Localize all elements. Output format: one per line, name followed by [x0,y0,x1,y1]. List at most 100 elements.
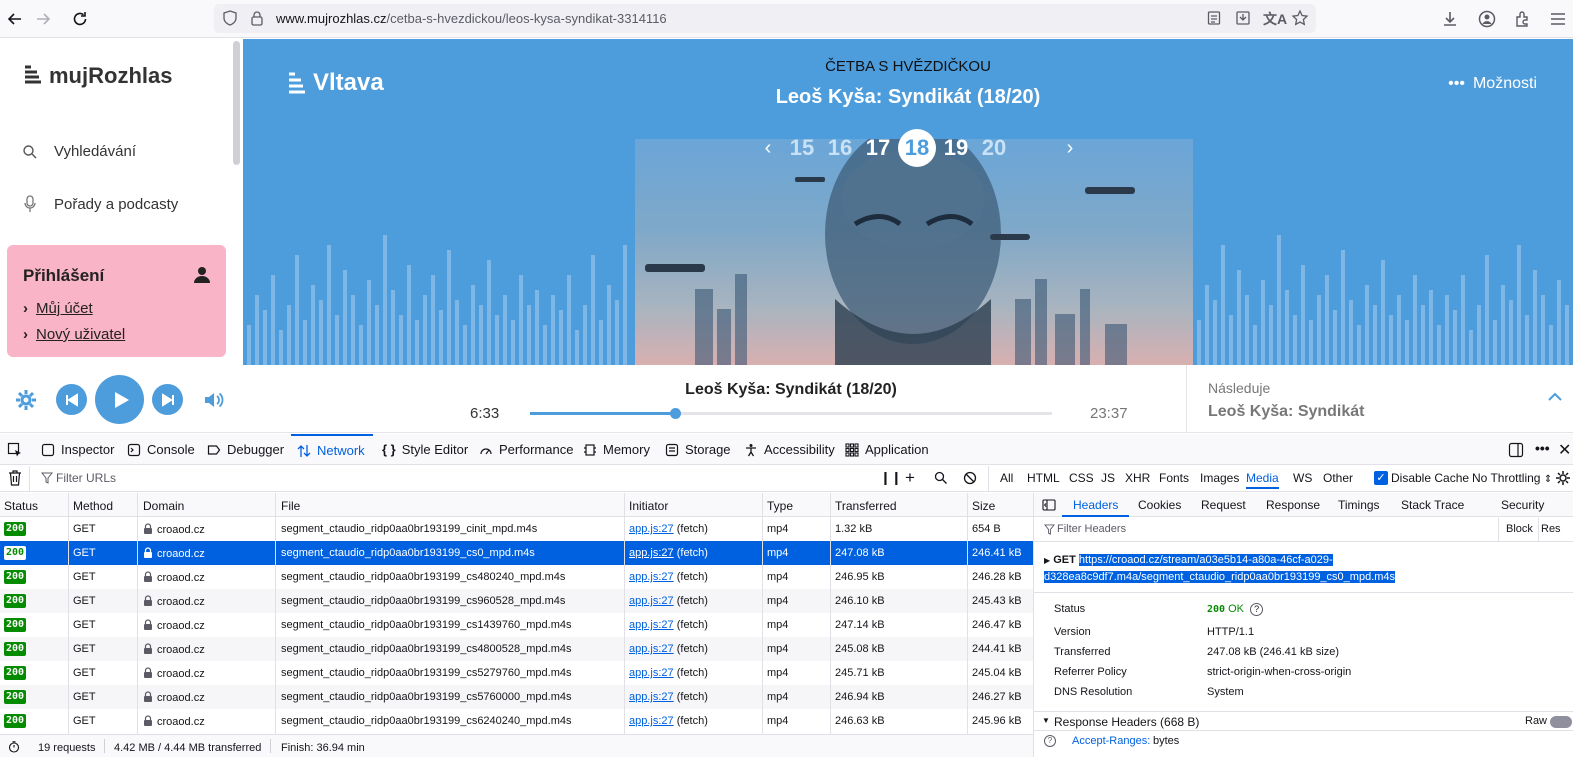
filter-type-js[interactable]: JS [1101,471,1115,485]
tab-console[interactable]: Console [127,434,195,465]
column-type[interactable]: Type [767,499,793,513]
dock-side-icon[interactable] [1508,442,1524,458]
extensions-icon[interactable] [1513,9,1533,29]
collapse-triangle-icon[interactable]: ▼ [1042,716,1050,725]
filter-type-images[interactable]: Images [1200,471,1239,485]
episode-number-16[interactable]: 16 [821,135,859,161]
initiator-link[interactable]: app.js:27 [629,523,674,535]
initiator-link[interactable]: app.js:27 [629,547,674,559]
filter-type-css[interactable]: CSS [1069,471,1094,485]
sidebar-scrollbar[interactable] [233,41,240,165]
search-icon[interactable] [934,471,948,485]
table-row[interactable]: 200 GET croaod.cz segment_ctaudio_ridp0aa0b… [0,661,1033,685]
tab-response[interactable]: Response [1266,498,1320,512]
plus-icon[interactable]: + [905,468,915,488]
episode-number-15[interactable]: 15 [783,135,821,161]
column-status[interactable]: Status [4,499,38,513]
settings-gear-icon[interactable] [15,389,37,411]
progress-handle[interactable] [669,408,681,419]
request-url-line[interactable]: ▶ GET https://croaod.cz/stream/a03e5b14-… [1044,552,1564,585]
tab-stack-trace[interactable]: Stack Trace [1401,498,1464,512]
column-file[interactable]: File [281,499,300,513]
tab-accessibility[interactable]: Accessibility [744,434,835,465]
network-settings-gear-icon[interactable] [1555,470,1571,486]
initiator-link[interactable]: app.js:27 [629,715,674,727]
nav-item-search[interactable]: Vyhledávání [22,143,136,160]
episode-number-19[interactable]: 19 [937,135,975,161]
tab-performance[interactable]: Performance [479,434,573,465]
lock-icon[interactable] [249,10,265,26]
tab-storage[interactable]: Storage [665,434,731,465]
block-button[interactable]: Block [1506,523,1533,535]
initiator-link[interactable]: app.js:27 [629,595,674,607]
element-picker-icon[interactable] [7,442,23,458]
filter-type-media[interactable]: Media [1246,471,1279,489]
back-icon[interactable] [5,9,25,29]
close-devtools-icon[interactable]: ✕ [1558,440,1571,460]
chevron-right-icon[interactable]: › [1055,137,1085,160]
translate-icon[interactable]: 文A [1263,9,1287,29]
series-name[interactable]: ČETBA S HVĚZDIČKOU [243,58,1573,75]
initiator-link[interactable]: app.js:27 [629,691,674,703]
filter-type-all[interactable]: All [1000,471,1013,485]
initiator-link[interactable]: app.js:27 [629,643,674,655]
initiator-link[interactable]: app.js:27 [629,667,674,679]
chevron-left-icon[interactable]: ‹ [753,137,783,160]
nav-item-shows[interactable]: Pořady a podcasty [22,195,178,213]
previous-button[interactable] [56,384,87,415]
help-icon[interactable]: ? [1250,603,1264,616]
response-headers-section[interactable]: ▼ Response Headers (668 B) Raw [1034,711,1573,731]
filter-type-other[interactable]: Other [1323,471,1353,485]
bookmark-star-icon[interactable] [1291,9,1309,27]
forward-icon[interactable] [33,9,53,29]
expand-triangle-icon[interactable]: ▶ [1044,556,1050,565]
reader-view-icon[interactable] [1206,10,1222,26]
next-button[interactable] [152,384,183,415]
episode-number-17[interactable]: 17 [859,135,897,161]
tab-debugger[interactable]: Debugger [207,434,284,465]
resend-button[interactable]: Res [1541,523,1561,535]
play-button[interactable] [95,375,144,424]
filter-type-xhr[interactable]: XHR [1125,471,1150,485]
tab-network[interactable]: Network [291,434,373,465]
filter-type-ws[interactable]: WS [1293,471,1312,485]
disable-cache-checkbox[interactable]: ✓ [1374,471,1388,485]
tab-inspector[interactable]: Inspector [41,434,114,465]
tab-cookies[interactable]: Cookies [1138,498,1181,512]
account-icon[interactable] [1477,9,1497,29]
reload-icon[interactable] [70,9,90,29]
toggle-sidebar-icon[interactable] [1042,498,1056,512]
shield-icon[interactable] [222,10,238,26]
my-account-link[interactable]: › Můj účet [23,300,93,317]
table-row[interactable]: 200 GET croaod.cz segment_ctaudio_ridp0aa0b… [0,685,1033,709]
save-page-icon[interactable] [1235,10,1251,26]
tab-timings[interactable]: Timings [1338,498,1380,512]
column-method[interactable]: Method [73,499,113,513]
column-domain[interactable]: Domain [143,499,184,513]
table-row[interactable]: 200 GET croaod.cz segment_ctaudio_ridp0aa0b… [0,613,1033,637]
initiator-link[interactable]: app.js:27 [629,619,674,631]
table-row[interactable]: 200 GET croaod.cz segment_ctaudio_ridp0aa0b… [0,589,1033,613]
table-row[interactable]: 200 GET croaod.cz segment_ctaudio_ridp0aa0b… [0,565,1033,589]
table-row[interactable]: 200 GET croaod.cz segment_ctaudio_ridp0aa0b… [0,637,1033,661]
trash-icon[interactable] [8,470,22,486]
downloads-icon[interactable] [1440,9,1460,29]
pause-icon[interactable]: ❙❙ [880,470,902,486]
tab-style-editor[interactable]: { } Style Editor [382,434,468,465]
table-row[interactable]: 200 GET croaod.cz segment_ctaudio_ridp0aa0b… [0,709,1033,733]
column-initiator[interactable]: Initiator [629,499,668,513]
more-options-icon[interactable]: ••• [1535,440,1550,456]
filter-urls-input[interactable]: Filter URLs [56,471,116,485]
raw-toggle[interactable] [1550,716,1572,728]
filter-headers-input[interactable]: Filter Headers [1057,523,1126,535]
app-menu-icon[interactable] [1548,9,1568,29]
options-button[interactable]: ••• Možnosti [1448,75,1537,93]
filter-type-html[interactable]: HTML [1027,471,1060,485]
tab-application[interactable]: Application [845,434,929,465]
new-user-link[interactable]: › Nový uživatel [23,326,125,343]
episode-number-18-current[interactable]: 18 [898,129,936,167]
table-row[interactable]: 200 GET croaod.cz segment_ctaudio_ridp0aa0b… [0,541,1033,565]
chevron-up-icon[interactable] [1547,391,1563,403]
help-icon[interactable]: ? [1044,735,1056,747]
mujrozhlas-logo[interactable]: mujRozhlas [23,63,172,89]
